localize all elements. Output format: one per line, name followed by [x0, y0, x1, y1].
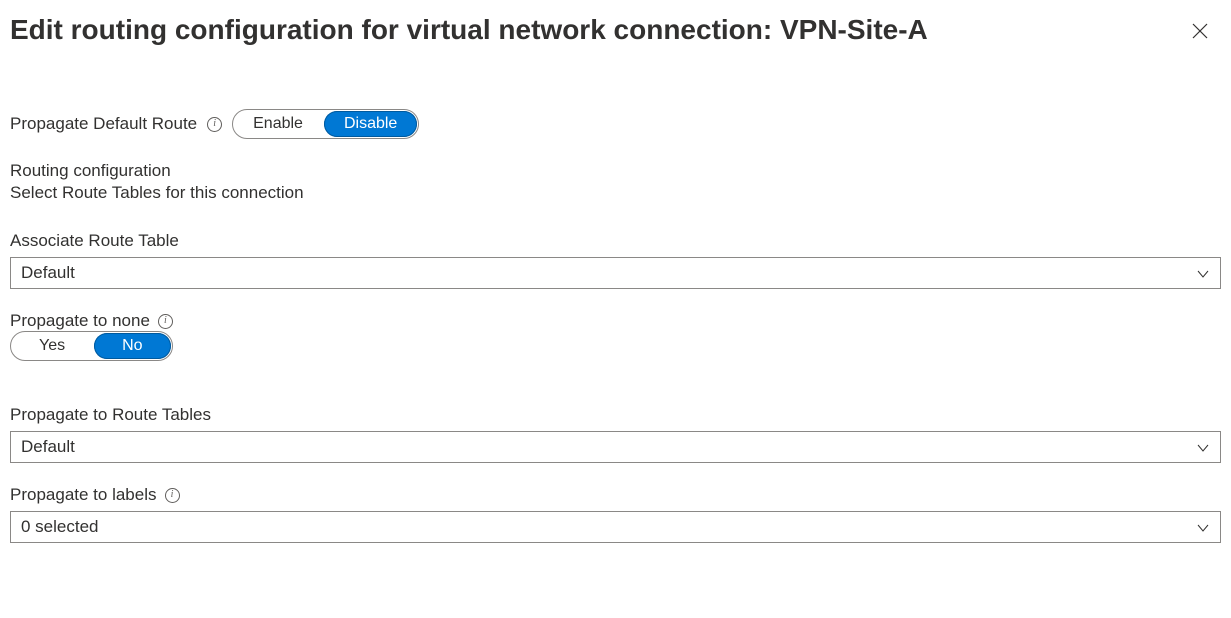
- info-icon[interactable]: i: [158, 314, 173, 329]
- propagate-to-labels-label: Propagate to labels: [10, 485, 157, 505]
- propagate-default-route-toggle: Enable Disable: [232, 109, 419, 139]
- propagate-to-route-tables-dropdown[interactable]: Default: [10, 431, 1221, 463]
- propagate-to-none-label: Propagate to none: [10, 311, 150, 331]
- propagate-default-route-row: Propagate Default Route i Enable Disable: [10, 109, 1221, 139]
- toggle-disable[interactable]: Disable: [324, 111, 417, 137]
- routing-config-subheading: Select Route Tables for this connection: [10, 183, 1221, 203]
- chevron-down-icon: [1196, 440, 1210, 454]
- panel-title: Edit routing configuration for virtual n…: [10, 12, 928, 47]
- info-icon[interactable]: i: [165, 488, 180, 503]
- propagate-to-route-tables-label: Propagate to Route Tables: [10, 405, 1221, 425]
- propagate-to-labels-value: 0 selected: [21, 517, 99, 537]
- chevron-down-icon: [1196, 266, 1210, 280]
- associate-route-table-field: Associate Route Table Default: [10, 231, 1221, 289]
- toggle-enable[interactable]: Enable: [233, 110, 323, 138]
- propagate-to-labels-dropdown[interactable]: 0 selected: [10, 511, 1221, 543]
- info-icon[interactable]: i: [207, 117, 222, 132]
- toggle-yes[interactable]: Yes: [11, 332, 93, 360]
- routing-config-section: Routing configuration Select Route Table…: [10, 161, 1221, 203]
- panel-header: Edit routing configuration for virtual n…: [10, 12, 1221, 49]
- propagate-to-none-label-row: Propagate to none i: [10, 311, 1221, 331]
- propagate-to-labels-label-row: Propagate to labels i: [10, 485, 1221, 505]
- routing-config-panel: Edit routing configuration for virtual n…: [0, 0, 1231, 585]
- close-button[interactable]: [1185, 16, 1215, 49]
- associate-route-table-value: Default: [21, 263, 75, 283]
- associate-route-table-label: Associate Route Table: [10, 231, 1221, 251]
- propagate-to-none-toggle: Yes No: [10, 331, 173, 361]
- toggle-no[interactable]: No: [94, 333, 170, 359]
- propagate-to-labels-field: Propagate to labels i 0 selected: [10, 485, 1221, 543]
- chevron-down-icon: [1196, 520, 1210, 534]
- close-icon: [1191, 22, 1209, 40]
- routing-config-heading: Routing configuration: [10, 161, 1221, 181]
- propagate-default-route-label: Propagate Default Route: [10, 114, 197, 134]
- propagate-to-none-field: Propagate to none i Yes No: [10, 311, 1221, 383]
- associate-route-table-dropdown[interactable]: Default: [10, 257, 1221, 289]
- propagate-to-route-tables-value: Default: [21, 437, 75, 457]
- propagate-to-route-tables-field: Propagate to Route Tables Default: [10, 405, 1221, 463]
